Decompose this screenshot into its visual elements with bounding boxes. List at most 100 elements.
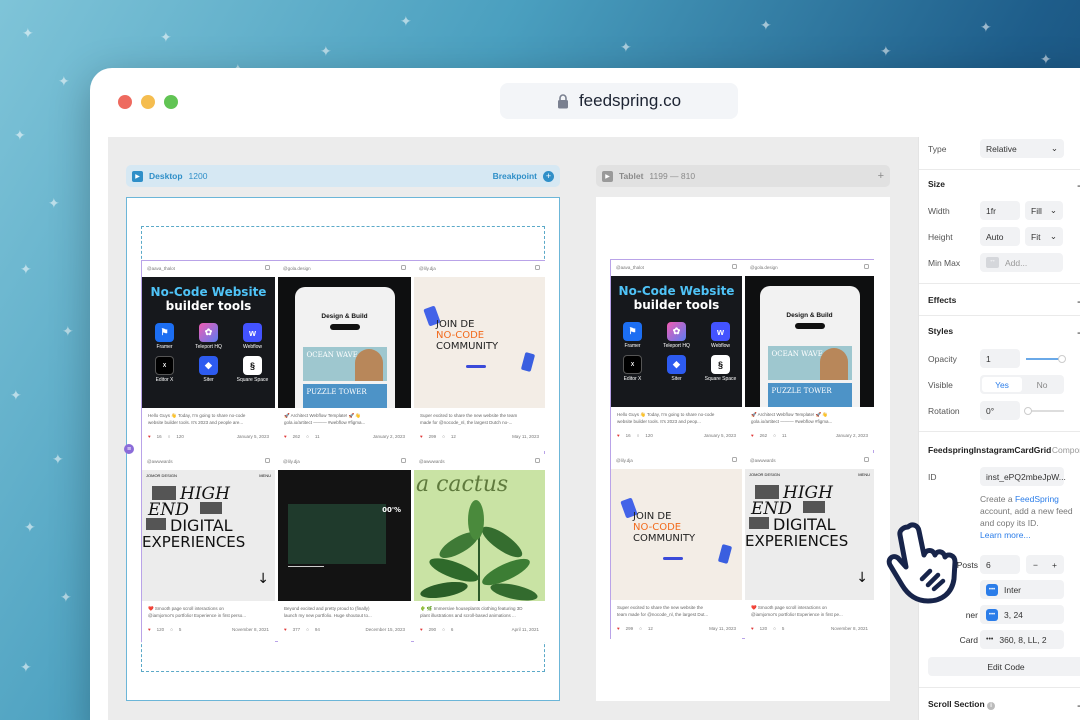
heart-icon: ♥ <box>148 627 151 632</box>
comment-icon: ○ <box>442 434 445 439</box>
post-caption: Super excited to share the new website t… <box>617 605 709 617</box>
post-card[interactable]: @aava_thalot No-Code Website builder too… <box>611 260 742 450</box>
learn-more-link[interactable]: Learn more... <box>980 530 1031 540</box>
font-select[interactable]: ••• Inter <box>980 580 1064 599</box>
more-icon: ••• <box>986 636 994 643</box>
post-meta: ♥ 120 ○ 5 November 8, 2021 <box>148 627 269 632</box>
component-handle-icon[interactable]: ≡ <box>124 444 134 454</box>
instagram-icon <box>401 458 406 463</box>
add-breakpoint-plus-icon[interactable]: + <box>543 170 554 182</box>
add-icon[interactable]: + <box>878 170 884 182</box>
styles-section-header[interactable]: Styles+ <box>928 326 1080 340</box>
desktop-canvas[interactable]: ≡ @aava_thalot No-Code Website builder t… <box>124 197 560 701</box>
post-meta: ♥ 290 ○ 6 April 11, 2021 <box>420 627 539 632</box>
tablet-canvas[interactable]: @aava_thalot No-Code Website builder too… <box>596 197 890 701</box>
siter-logo-icon: ◆ <box>667 355 686 374</box>
scroll-section-header[interactable]: Scroll Section i+ <box>928 699 1080 713</box>
instagram-icon <box>401 265 406 270</box>
post-caption: Super excited to share the new website t… <box>420 413 518 425</box>
height-input[interactable]: Auto <box>980 227 1020 246</box>
grid-input[interactable]: ••• 3, 24 <box>980 605 1064 624</box>
post-card[interactable]: @gola.design Design & Build OCEAN WAVE P… <box>745 260 874 450</box>
height-mode-select[interactable]: Fit ⌄ <box>1025 227 1063 246</box>
post-image: No-Code Website builder tools ⚑ Framer ✿ T… <box>611 276 742 407</box>
id-input[interactable]: inst_ePQ2mbeJpW... <box>980 467 1066 486</box>
card-input[interactable]: ••• 360, 8, LL, 2 <box>980 630 1064 649</box>
visible-no-toggle[interactable]: No <box>1022 377 1062 392</box>
add-breakpoint-label[interactable]: Breakpoint <box>493 171 537 181</box>
post-card[interactable]: @awwwards JOMOR DESIGN MENU HIGH END DIGI… <box>745 453 874 639</box>
grid-row: ner ••• 3, 24 <box>928 605 1080 624</box>
post-card[interactable]: @lily.dja JOIN DE NO-CODE COMMUNITY Super … <box>611 453 742 639</box>
hand-cursor-icon <box>886 522 958 604</box>
art-puzzle: PUZZLE TOWER <box>306 388 367 396</box>
width-input[interactable]: 1fr <box>980 201 1020 220</box>
feedspring-link[interactable]: FeedSpring <box>1015 494 1059 504</box>
comment-icon: ○ <box>773 626 776 631</box>
teleport-logo-icon: ✿ <box>199 323 218 342</box>
comment-icon: ○ <box>306 627 309 632</box>
chevron-down-icon: ⌄ <box>1049 231 1057 241</box>
post-card[interactable]: @aava_thalot No-Code Website builder too… <box>142 261 275 451</box>
play-icon[interactable]: ▶ <box>132 170 143 182</box>
heart-icon: ♥ <box>420 434 423 439</box>
post-image: JOMOR DESIGN MENU HIGH END DIGITAL EXPERI… <box>142 470 275 601</box>
type-select[interactable]: Relative ⌄ <box>980 139 1064 158</box>
post-image: No-Code Website builder tools ⚑ Framer ✿ T… <box>142 277 275 408</box>
heart-icon: ♥ <box>284 434 287 439</box>
tablet-label: Tablet <box>619 171 644 181</box>
desktop-breakpoint-header[interactable]: ▶ Desktop 1200 Breakpoint + <box>126 165 560 187</box>
heart-icon: ♥ <box>284 627 287 632</box>
plant-illustration <box>420 500 538 601</box>
post-handle: @gola.design <box>750 265 778 270</box>
play-icon[interactable]: ▶ <box>602 170 613 182</box>
visible-yes-toggle[interactable]: Yes <box>982 377 1022 392</box>
tool-name: Square Space <box>236 377 269 383</box>
minimize-window-button[interactable] <box>141 95 155 109</box>
tool-name: Webflow <box>242 344 263 350</box>
opacity-slider[interactable] <box>1026 354 1066 363</box>
post-card[interactable]: @gola.design Design & Build OCEAN WAVE P… <box>278 261 411 451</box>
comment-icon: ○ <box>306 434 309 439</box>
width-mode-select[interactable]: Fill ⌄ <box>1025 201 1063 220</box>
posts-input[interactable]: 6 <box>980 555 1020 574</box>
height-row: Height Auto Fit ⌄ <box>928 227 1080 246</box>
size-section-header[interactable]: Size+ <box>928 179 1080 193</box>
rotation-slider[interactable] <box>1024 406 1064 415</box>
plus-icon: + <box>1052 559 1057 570</box>
posts-stepper[interactable]: − + <box>1026 555 1064 574</box>
post-handle: @lily.dja <box>616 458 633 463</box>
webflow-logo-icon: w <box>711 322 730 341</box>
framer-logo-icon: ⚑ <box>155 323 174 342</box>
tool-name: Teleport HQ <box>195 344 222 350</box>
rotation-input[interactable]: 0° <box>980 401 1020 420</box>
minmax-input[interactable]: ↔ Add... <box>980 253 1063 272</box>
comment-icon: ○ <box>639 626 642 631</box>
post-card[interactable]: @awwwards a cactus 🌵 🌿 Immersive housepl… <box>414 454 545 642</box>
post-meta: ♥ 16 ○ 120 January 5, 2023 <box>617 433 736 438</box>
address-bar[interactable]: feedspring.co <box>500 83 738 119</box>
post-card[interactable]: @awwwards JOMOR DESIGN MENU HIGH END DIGI… <box>142 454 275 642</box>
post-handle: @awwwards <box>419 459 445 464</box>
tablet-breakpoint-header[interactable]: ▶ Tablet 1199 — 810 + <box>596 165 890 187</box>
effects-section-header[interactable]: Effects+ <box>928 295 1080 309</box>
squarespace-logo-icon: § <box>243 356 262 375</box>
resize-icon: ↔ <box>986 257 999 268</box>
lock-icon <box>557 93 568 108</box>
close-window-button[interactable] <box>118 95 132 109</box>
desktop-size: 1200 <box>188 171 208 181</box>
post-card[interactable]: @lily.dja 00'% Beyond excited and pretty… <box>278 454 411 642</box>
squarespace-logo-icon: § <box>711 355 730 374</box>
url-text: feedspring.co <box>578 91 682 110</box>
post-image: a cactus <box>414 470 545 601</box>
opacity-input[interactable]: 1 <box>980 349 1020 368</box>
window-controls <box>118 95 178 109</box>
post-image: Design & Build OCEAN WAVE PUZZLE TOWER <box>745 276 874 407</box>
post-image: JOMOR DESIGN MENU HIGH END DIGITAL EXPERI… <box>745 469 874 600</box>
edit-code-button[interactable]: Edit Code <box>928 657 1080 676</box>
post-image: JOIN DE NO-CODE COMMUNITY <box>414 277 545 408</box>
post-card[interactable]: @lily.dja JOIN DE NO-CODE COMMUNITY Super … <box>414 261 545 451</box>
maximize-window-button[interactable] <box>164 95 178 109</box>
chevron-down-icon: ⌄ <box>1050 143 1058 153</box>
id-row: ID inst_ePQ2mbeJpW... <box>928 467 1080 486</box>
